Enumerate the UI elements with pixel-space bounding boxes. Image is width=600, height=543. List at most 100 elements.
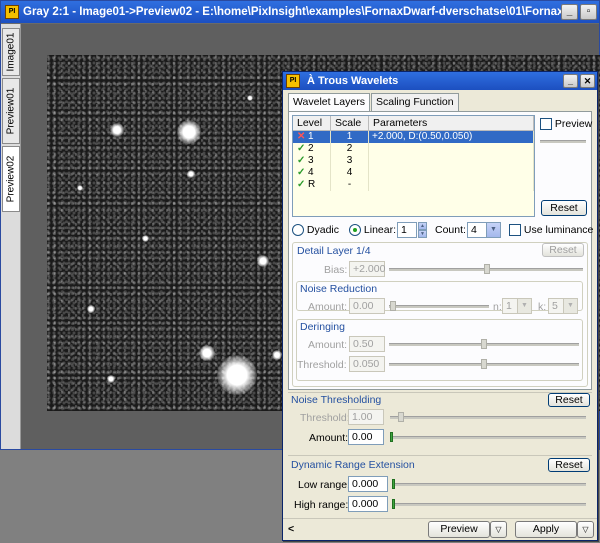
table-row[interactable]: ✓ R -: [293, 179, 534, 191]
nt-amount-slider[interactable]: [390, 432, 586, 442]
linear-spinner[interactable]: ▲ ▼: [418, 222, 427, 238]
bias-slider[interactable]: [389, 264, 583, 274]
dr-threshold-slider[interactable]: [389, 359, 579, 369]
high-range-field[interactable]: 0.000: [348, 496, 388, 512]
noise-reduction-title: Noise Reduction: [300, 283, 378, 295]
nr-amount-slider[interactable]: [389, 301, 489, 311]
noise-thresholding-reset-button[interactable]: Reset: [548, 393, 590, 407]
preview-slider[interactable]: [540, 136, 586, 146]
high-range-slider[interactable]: [392, 499, 586, 509]
view-tabs: Image01 Preview01 Preview02: [1, 24, 21, 449]
image-window-titlebar[interactable]: PI Gray 2:1 - Image01->Preview02 - E:\ho…: [1, 1, 599, 23]
star: [199, 345, 215, 361]
minimize-icon[interactable]: _: [561, 4, 578, 20]
dynamic-range-extension-section: Dynamic Range Extension Reset Low range:…: [288, 455, 592, 515]
bias-field[interactable]: +2.000: [349, 261, 385, 277]
dre-reset-button[interactable]: Reset: [548, 458, 590, 472]
low-range-field[interactable]: 0.000: [348, 476, 388, 492]
low-range-slider[interactable]: [392, 479, 586, 489]
header-scale[interactable]: Scale: [331, 116, 369, 130]
table-header: Level Scale Parameters: [293, 116, 534, 131]
layers-table[interactable]: Level Scale Parameters ✕ 1 1 +2.000, D:(0…: [292, 115, 535, 217]
nr-amount-field[interactable]: 0.00: [349, 298, 385, 314]
enabled-check-icon[interactable]: ✓: [297, 155, 308, 167]
apply-button[interactable]: Apply: [515, 521, 577, 538]
nt-threshold-slider[interactable]: [390, 412, 586, 422]
table-row[interactable]: ✓ 4 4: [293, 167, 534, 179]
pixinsight-app-icon: PI: [286, 74, 300, 88]
enabled-check-icon[interactable]: ✓: [297, 143, 308, 155]
dialog-bottom-bar: < Preview ▽ Apply ▽: [283, 518, 597, 540]
dialog-titlebar[interactable]: PI À Trous Wavelets _ ✕: [283, 72, 597, 90]
tab-preview01[interactable]: Preview01: [2, 78, 20, 144]
nr-amount-label: Amount:: [308, 301, 348, 313]
dre-title: Dynamic Range Extension: [291, 459, 415, 471]
count-combo[interactable]: 4 ▼: [467, 222, 501, 238]
nt-threshold-field[interactable]: 1.00: [348, 409, 384, 425]
tab-preview02[interactable]: Preview02: [2, 146, 20, 212]
image-window-title: Gray 2:1 - Image01->Preview02 - E:\home\…: [23, 6, 561, 18]
apply-menu-chevron-icon[interactable]: ▽: [577, 521, 594, 538]
detail-layer-title: Detail Layer 1/4: [297, 245, 371, 257]
k-label: k:: [538, 301, 547, 313]
enabled-check-icon[interactable]: ✓: [297, 179, 308, 191]
tab-scaling-function[interactable]: Scaling Function: [370, 93, 459, 111]
chevron-down-icon[interactable]: ▼: [517, 299, 531, 313]
k-combo[interactable]: 5 ▼: [548, 298, 578, 314]
n-combo[interactable]: 1 ▼: [502, 298, 532, 314]
dyadic-radio[interactable]: Dyadic: [292, 223, 339, 237]
star: [247, 95, 253, 101]
star: [110, 123, 124, 137]
enabled-check-icon[interactable]: ✓: [297, 167, 308, 179]
star: [187, 170, 195, 178]
up-arrow-icon[interactable]: ▲: [418, 222, 427, 230]
disabled-x-icon[interactable]: ✕: [297, 131, 308, 143]
star: [177, 120, 201, 144]
linear-value-field[interactable]: 1: [397, 222, 417, 238]
a-trous-wavelets-dialog: PI À Trous Wavelets _ ✕ Wavelet Layers S…: [282, 71, 598, 541]
dr-amount-slider[interactable]: [389, 339, 579, 349]
detail-reset-button[interactable]: Reset: [542, 243, 584, 257]
table-row[interactable]: ✓ 2 2: [293, 143, 534, 155]
noise-thresholding-title: Noise Thresholding: [291, 394, 382, 406]
dr-amount-label: Amount:: [308, 339, 348, 351]
tab-wavelet-layers[interactable]: Wavelet Layers: [288, 93, 370, 111]
n-label: n:: [493, 301, 502, 313]
dr-amount-field[interactable]: 0.50: [349, 336, 385, 352]
table-row[interactable]: ✓ 3 3: [293, 155, 534, 167]
chevron-down-icon[interactable]: ▼: [563, 299, 577, 313]
deringing-title: Deringing: [300, 321, 345, 333]
nt-amount-field[interactable]: 0.00: [348, 429, 384, 445]
dialog-tabs: Wavelet Layers Scaling Function: [288, 93, 460, 111]
preview-menu-chevron-icon[interactable]: ▽: [490, 521, 507, 538]
star: [142, 235, 149, 242]
count-label: Count:: [435, 224, 466, 236]
star: [77, 185, 83, 191]
minimize-icon[interactable]: _: [563, 74, 578, 88]
header-level[interactable]: Level: [293, 116, 331, 130]
table-row[interactable]: ✕ 1 1 +2.000, D:(0.50,0.050): [293, 131, 534, 143]
collapse-icon[interactable]: <: [288, 522, 294, 536]
star: [107, 375, 115, 383]
linear-radio[interactable]: Linear:: [349, 223, 396, 237]
nt-amount-label: Amount:: [309, 432, 349, 444]
reset-layers-button[interactable]: Reset: [541, 200, 587, 216]
maximize-icon[interactable]: ▫: [580, 4, 597, 20]
header-parameters[interactable]: Parameters: [369, 116, 534, 130]
dialog-title: À Trous Wavelets: [307, 75, 399, 87]
star: [87, 305, 95, 313]
use-luminance-checkbox[interactable]: Use luminance: [509, 223, 593, 237]
high-range-label: High range:: [294, 499, 349, 511]
tab-image01[interactable]: Image01: [2, 28, 20, 76]
preview-checkbox[interactable]: Preview: [540, 117, 592, 131]
pixinsight-app-icon: PI: [5, 5, 19, 19]
preview-button[interactable]: Preview: [428, 521, 490, 538]
down-arrow-icon[interactable]: ▼: [418, 230, 427, 238]
dr-threshold-label: Threshold:: [297, 359, 347, 371]
chevron-down-icon[interactable]: ▼: [486, 223, 500, 237]
star: [217, 355, 257, 395]
dr-threshold-field[interactable]: 0.050: [349, 356, 385, 372]
close-icon[interactable]: ✕: [580, 74, 595, 88]
bias-label: Bias:: [324, 264, 348, 276]
low-range-label: Low range:: [298, 479, 350, 491]
